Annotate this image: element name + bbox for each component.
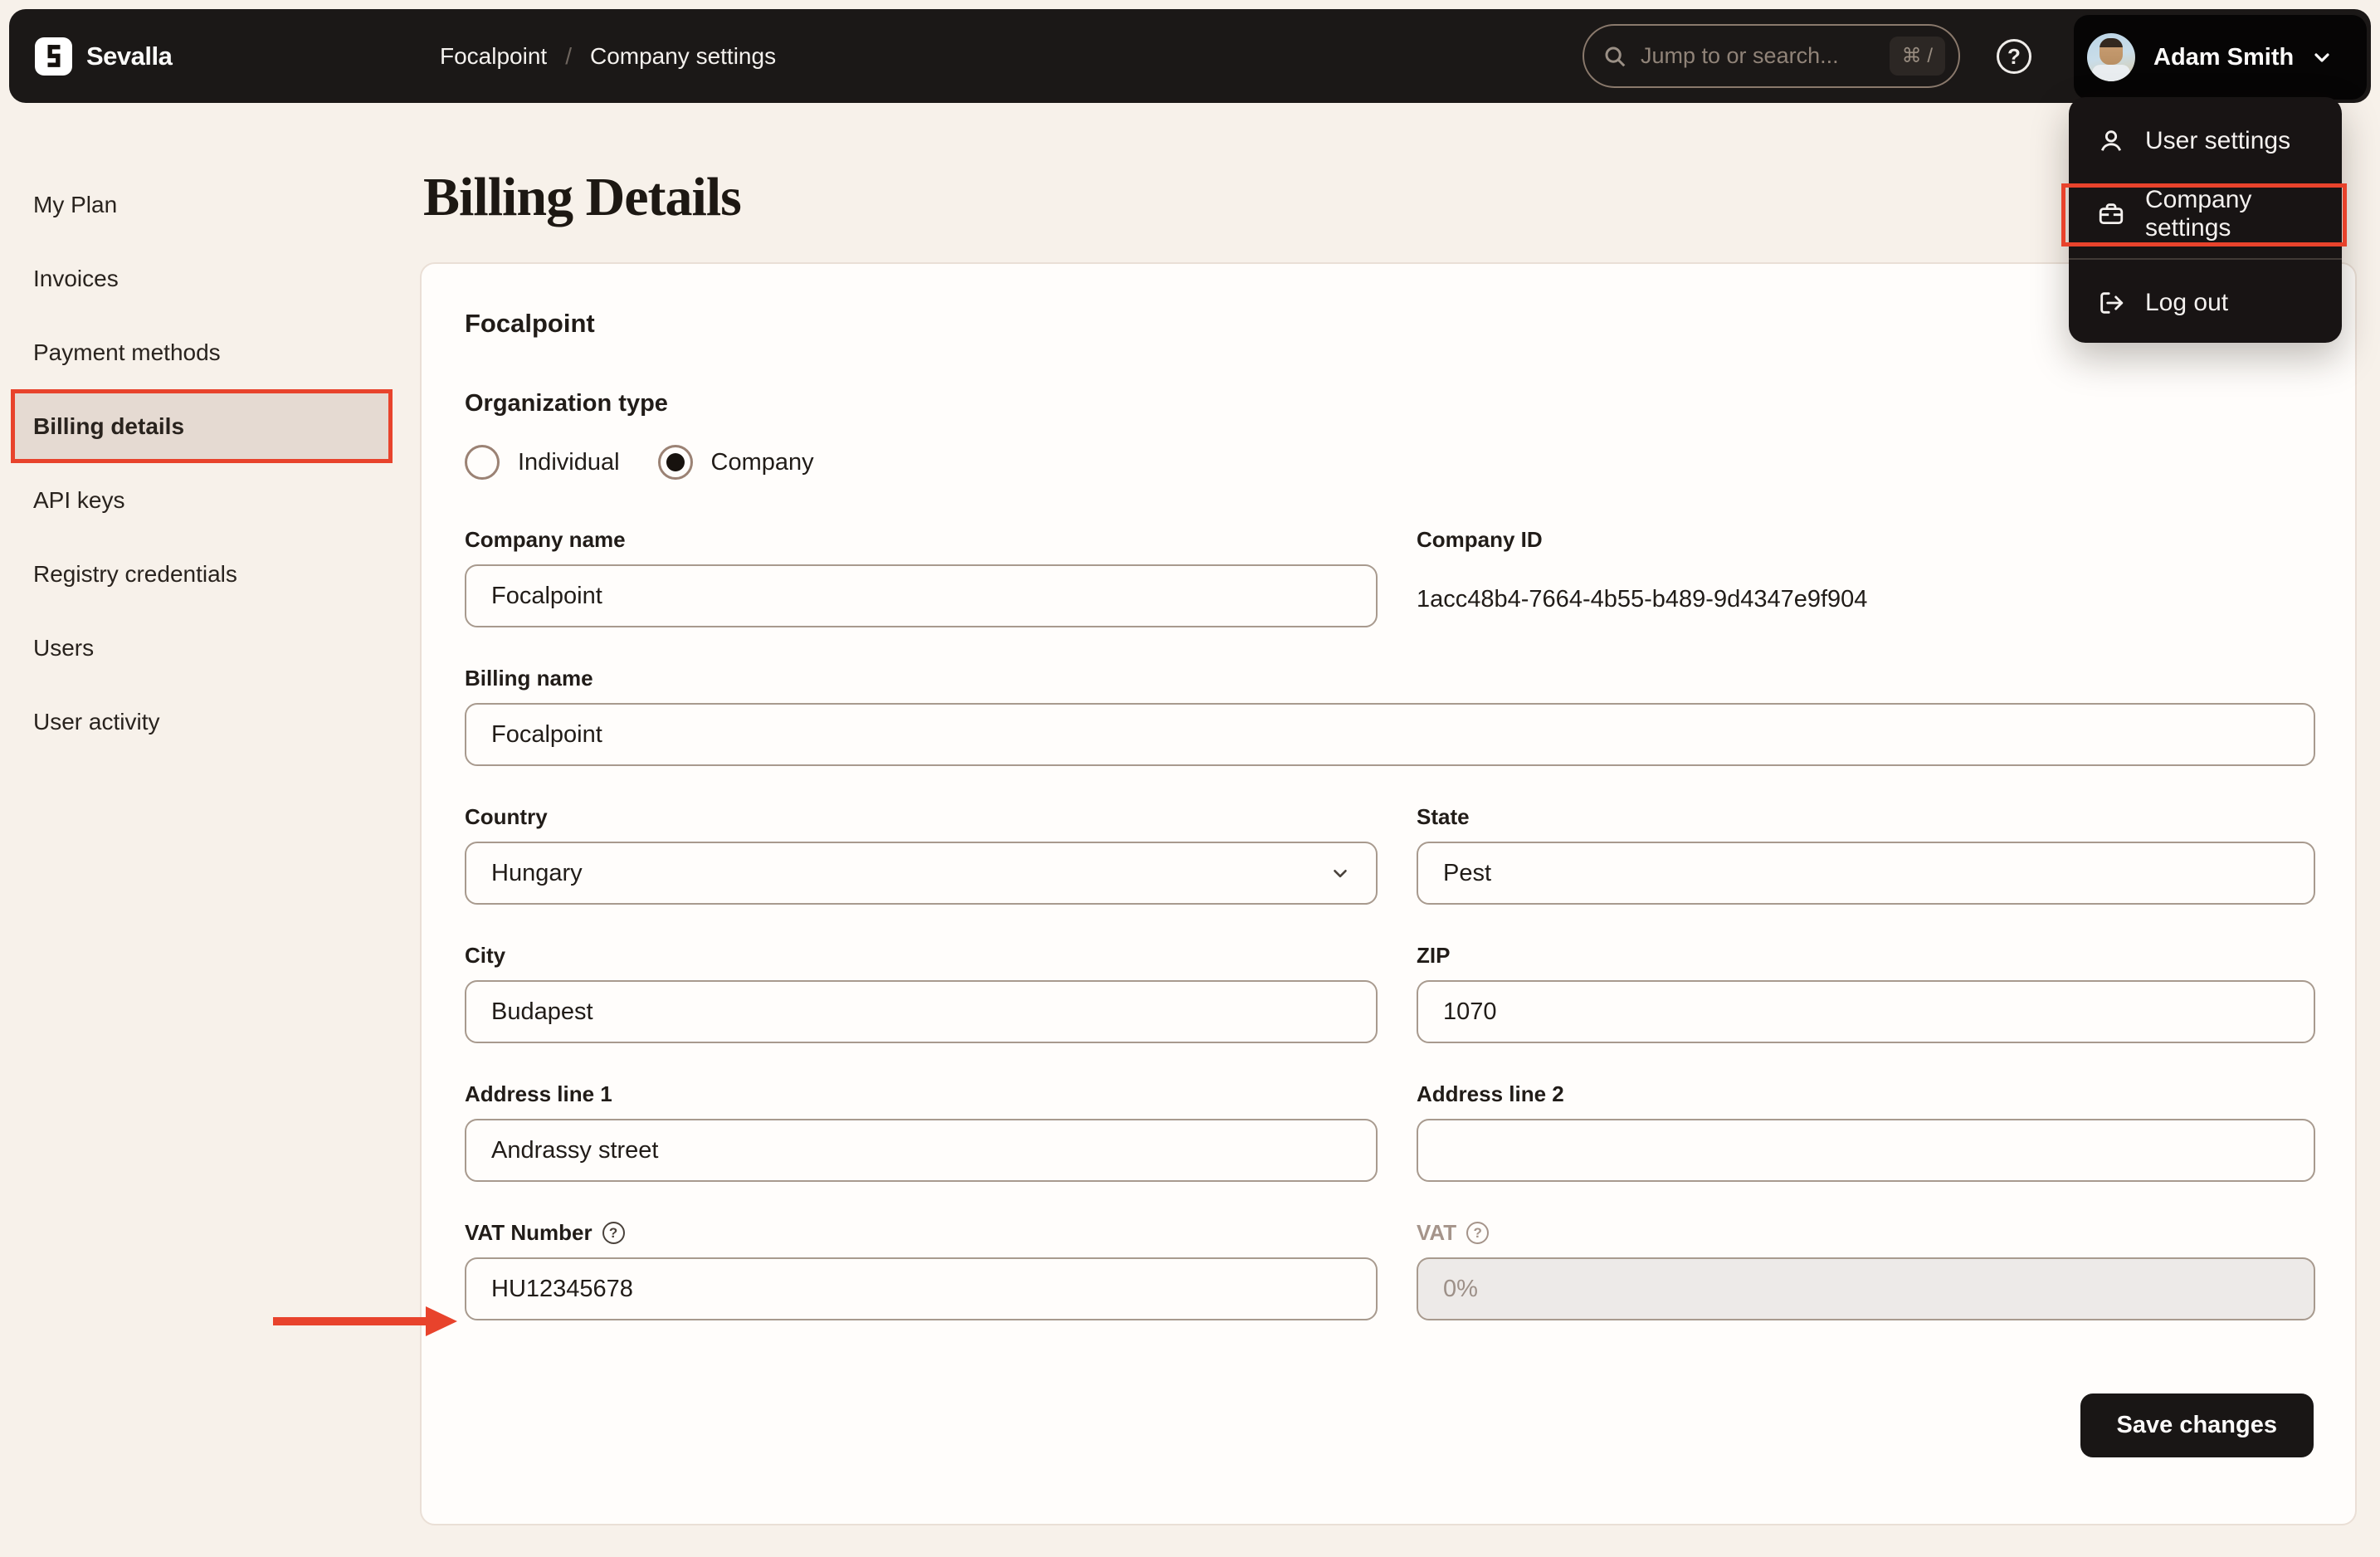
brand: Sevalla xyxy=(35,9,173,103)
vat-number-help-icon[interactable]: ? xyxy=(602,1222,625,1244)
vat-number-label: VAT Number ? xyxy=(465,1220,1378,1246)
menu-item-company-settings[interactable]: Company settings xyxy=(2069,186,2342,242)
city-label: City xyxy=(465,943,506,968)
avatar xyxy=(2087,33,2135,81)
help-question-icon: ? xyxy=(2007,43,2021,69)
radio-individual-label: Individual xyxy=(518,448,620,476)
state-input[interactable] xyxy=(1417,842,2315,905)
company-name-input[interactable] xyxy=(465,564,1378,627)
billing-name-input[interactable] xyxy=(465,703,2315,766)
address-line-2-label: Address line 2 xyxy=(1417,1081,1564,1106)
sidebar-item-registry-credentials[interactable]: Registry credentials xyxy=(11,537,393,611)
country-select[interactable]: Hungary xyxy=(465,842,1378,905)
vat-help-icon[interactable]: ? xyxy=(1466,1222,1490,1244)
vat-number-annotation-arrow xyxy=(273,1306,457,1336)
sidebar-item-payment-methods[interactable]: Payment methods xyxy=(11,315,393,389)
address-line-1-input[interactable] xyxy=(465,1119,1378,1182)
zip-input[interactable] xyxy=(1417,980,2315,1043)
sidebar-item-invoices[interactable]: Invoices xyxy=(11,242,393,315)
sidebar-item-user-activity[interactable]: User activity xyxy=(11,685,393,759)
user-name: Adam Smith xyxy=(2153,43,2295,71)
company-name-group: Company name xyxy=(465,527,1378,627)
vat-number-input[interactable] xyxy=(465,1257,1378,1320)
country-group: Country Hungary xyxy=(465,804,1378,905)
zip-group: ZIP xyxy=(1417,943,2315,1043)
sidebar-item-users[interactable]: Users xyxy=(11,611,393,685)
breadcrumb: Focalpoint / Company settings xyxy=(440,9,776,103)
vat-number-group: VAT Number ? xyxy=(465,1220,1378,1320)
log-out-icon xyxy=(2100,292,2124,314)
page-title: Billing Details xyxy=(423,167,742,227)
country-label: Country xyxy=(465,804,548,829)
sevalla-logo-icon[interactable] xyxy=(35,37,72,76)
menu-item-log-out[interactable]: Log out xyxy=(2069,284,2342,322)
radio-company-label: Company xyxy=(710,448,814,476)
search-placeholder: Jump to or search... xyxy=(1641,43,1839,68)
vat-label-text: VAT xyxy=(1417,1220,1457,1245)
billing-name-group: Billing name xyxy=(465,666,2315,766)
radio-individual[interactable]: Individual xyxy=(465,445,620,480)
search-icon xyxy=(1605,46,1626,66)
vat-number-label-text: VAT Number xyxy=(465,1220,593,1245)
sidebar-item-api-keys[interactable]: API keys xyxy=(11,463,393,537)
menu-item-label: User settings xyxy=(2145,127,2291,154)
user-dropdown-menu: User settings Company settings Log out xyxy=(2061,97,2347,343)
company-id-value: 1acc48b4-7664-4b55-b489-9d4347e9f904 xyxy=(1417,586,1868,613)
help-button[interactable]: ? xyxy=(1997,39,2031,74)
pixel-s-glyph xyxy=(47,44,60,67)
address-line-1-label: Address line 1 xyxy=(465,1081,612,1106)
radio-company[interactable]: Company xyxy=(657,445,814,480)
menu-divider xyxy=(2069,258,2342,260)
company-id-group: Company ID 1acc48b4-7664-4b55-b489-9d434… xyxy=(1417,527,2315,627)
sidebar: My Plan Invoices Payment methods Billing… xyxy=(11,168,393,759)
search-input[interactable]: Jump to or search... ⌘ / xyxy=(1583,24,1960,88)
save-changes-button[interactable]: Save changes xyxy=(2080,1393,2314,1457)
user-menu-button[interactable]: Adam Smith xyxy=(2074,15,2367,100)
breadcrumb-section: Company settings xyxy=(589,42,777,69)
chevron-down-icon xyxy=(2314,53,2329,62)
company-name-label: Company name xyxy=(465,527,626,552)
menu-item-label: Log out xyxy=(2145,289,2229,316)
billing-details-card: Focalpoint Organization type Individual … xyxy=(420,262,2357,1525)
company-id-label: Company ID xyxy=(1417,527,1543,552)
sidebar-item-my-plan[interactable]: My Plan xyxy=(11,168,393,242)
briefcase-icon xyxy=(2099,203,2124,225)
vat-group: VAT ? xyxy=(1417,1220,2315,1320)
menu-item-label: Company settings xyxy=(2145,186,2252,242)
city-input[interactable] xyxy=(465,980,1378,1043)
vat-input xyxy=(1417,1257,2315,1320)
address-line-2-input[interactable] xyxy=(1417,1119,2315,1182)
organization-type-label: Organization type xyxy=(465,390,668,417)
organization-type-radio-group: Individual Company xyxy=(465,444,2314,481)
sidebar-item-billing-details[interactable]: Billing details xyxy=(11,389,393,463)
user-icon xyxy=(2101,130,2121,151)
zip-label: ZIP xyxy=(1417,943,1451,968)
address-line-2-group: Address line 2 xyxy=(1417,1081,2315,1182)
save-row: Save changes xyxy=(465,1393,2314,1457)
breadcrumb-separator: / xyxy=(565,42,572,69)
search-shortcut-badge: ⌘ / xyxy=(1889,37,1945,76)
card-title: Focalpoint xyxy=(465,309,595,338)
state-group: State xyxy=(1417,804,2315,905)
vat-label: VAT ? xyxy=(1417,1220,2315,1246)
state-label: State xyxy=(1417,804,1470,829)
billing-name-label: Billing name xyxy=(465,666,593,691)
address-line-1-group: Address line 1 xyxy=(465,1081,1378,1182)
topbar: Sevalla Focalpoint / Company settings Ju… xyxy=(9,9,2371,103)
breadcrumb-project[interactable]: Focalpoint xyxy=(440,43,547,70)
billing-form: Company name Company ID 1acc48b4-7664-4b… xyxy=(465,527,2315,1359)
city-group: City xyxy=(465,943,1378,1043)
radio-individual-circle[interactable] xyxy=(465,445,500,480)
country-selected-value: Hungary xyxy=(491,859,583,886)
menu-item-user-settings[interactable]: User settings xyxy=(2069,122,2342,160)
radio-company-circle[interactable] xyxy=(657,445,693,480)
brand-name: Sevalla xyxy=(86,41,173,71)
chevron-down-icon xyxy=(1334,869,1347,878)
